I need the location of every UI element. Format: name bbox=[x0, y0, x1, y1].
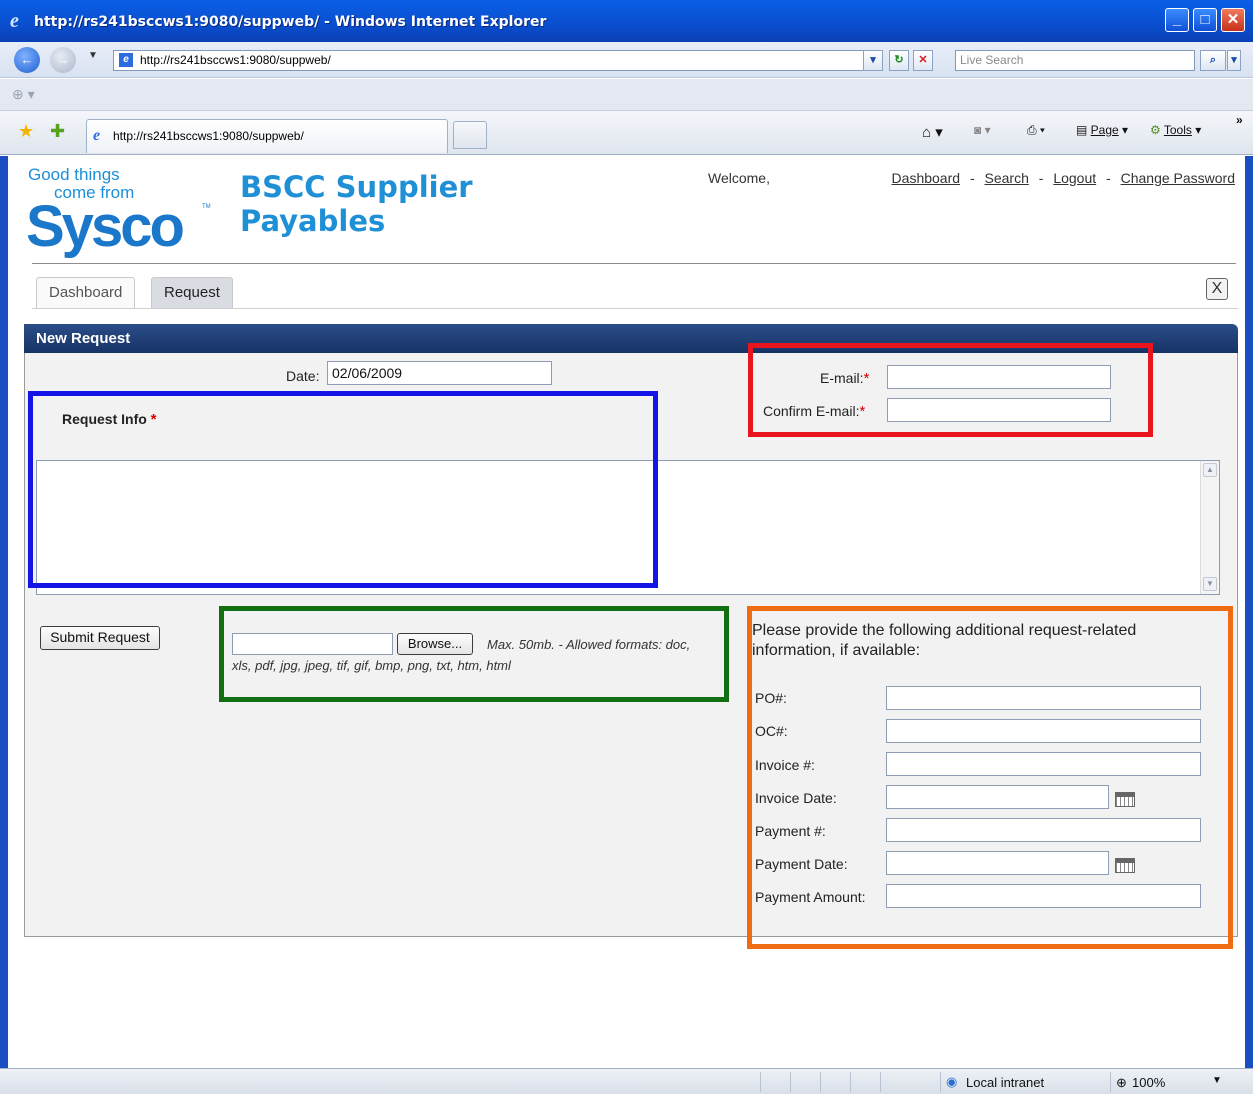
date-label: Date: bbox=[286, 368, 320, 384]
annotation-request-info-box bbox=[28, 391, 658, 588]
status-divider bbox=[850, 1072, 851, 1092]
status-divider bbox=[940, 1072, 941, 1092]
home-icon[interactable]: ⌂ ▾ bbox=[922, 123, 943, 141]
close-tab-button[interactable]: X bbox=[1206, 278, 1228, 300]
tools-menu-label: Tools bbox=[1163, 123, 1192, 137]
print-icon[interactable]: ⎙ ▾ bbox=[1027, 123, 1045, 138]
scroll-down-icon[interactable]: ▼ bbox=[1203, 577, 1217, 591]
tab-favicon-icon: e bbox=[93, 127, 101, 144]
live-search-input[interactable]: Live Search bbox=[955, 50, 1195, 71]
favorites-star-icon[interactable]: ★ bbox=[18, 121, 34, 142]
url-text: http://rs241bsccws1:9080/suppweb/ bbox=[140, 53, 331, 67]
url-dropdown-icon[interactable]: ▾ bbox=[863, 50, 883, 71]
back-icon[interactable]: ← bbox=[14, 47, 40, 73]
zoom-level[interactable]: 100% bbox=[1132, 1075, 1165, 1090]
change-password-link[interactable]: Change Password bbox=[1121, 170, 1235, 186]
status-divider bbox=[1110, 1072, 1111, 1092]
tools-menu[interactable]: ⚙ Tools ▾ bbox=[1150, 123, 1201, 137]
page-menu-label: Page bbox=[1090, 123, 1119, 137]
logo-brand: Sysco bbox=[26, 194, 185, 259]
status-bar: ◉ Local intranet ⊕ 100% ▼ bbox=[0, 1068, 1253, 1094]
zone-label: Local intranet bbox=[966, 1075, 1045, 1090]
dashboard-link[interactable]: Dashboard bbox=[892, 170, 961, 186]
app-title: BSCC Supplier Payables bbox=[240, 170, 473, 238]
page-menu[interactable]: ▤ Page ▾ bbox=[1076, 123, 1128, 137]
stop-icon[interactable]: ✕ bbox=[913, 50, 933, 71]
toolbar-overflow-icon[interactable]: » bbox=[1236, 113, 1243, 127]
header-divider bbox=[32, 263, 1236, 264]
search-options-icon[interactable]: ▾ bbox=[1227, 50, 1241, 71]
logout-link[interactable]: Logout bbox=[1053, 170, 1096, 186]
annotation-upload-box bbox=[219, 606, 729, 702]
status-divider bbox=[790, 1072, 791, 1092]
status-divider bbox=[880, 1072, 881, 1092]
textarea-scrollbar[interactable]: ▲ ▼ bbox=[1200, 461, 1219, 594]
window-title: http://rs241bsccws1:9080/suppweb/ - Wind… bbox=[34, 14, 547, 30]
tab-dashboard[interactable]: Dashboard bbox=[36, 277, 136, 308]
app-title-line-2: Payables bbox=[240, 204, 386, 238]
welcome-text: Welcome, bbox=[708, 170, 770, 186]
maximize-button[interactable]: □ bbox=[1193, 8, 1217, 32]
page-menu-icon: ▤ bbox=[1076, 123, 1091, 137]
search-go-icon[interactable]: ⌕ bbox=[1200, 50, 1226, 71]
refresh-icon[interactable]: ↻ bbox=[889, 50, 909, 71]
zoom-dropdown-icon[interactable]: ▼ bbox=[1212, 1075, 1222, 1086]
toolbar-row: ⊕ ▾ bbox=[0, 79, 1253, 111]
top-nav-links: Dashboard - Search - Logout - Change Pas… bbox=[892, 170, 1235, 186]
logo-tm: TM bbox=[202, 204, 211, 210]
window-border-right bbox=[1245, 156, 1253, 1068]
submit-request-button[interactable]: Submit Request bbox=[40, 626, 160, 650]
tab-title: http://rs241bsccws1:9080/suppweb/ bbox=[113, 129, 304, 143]
add-favorites-icon[interactable]: ✚ bbox=[50, 121, 65, 142]
browser-tab-active[interactable]: e http://rs241bsccws1:9080/suppweb/ bbox=[86, 119, 448, 153]
status-divider bbox=[760, 1072, 761, 1092]
link-separator: - bbox=[969, 170, 975, 186]
gear-icon: ⚙ bbox=[1150, 123, 1164, 137]
search-link[interactable]: Search bbox=[985, 170, 1029, 186]
new-tab-button[interactable] bbox=[453, 121, 487, 149]
feeds-icon[interactable]: ◙ ▾ bbox=[974, 123, 991, 137]
zoom-icon[interactable]: ⊕ bbox=[1116, 1075, 1127, 1091]
logo-tagline-1: Good things bbox=[28, 165, 120, 184]
scroll-up-icon[interactable]: ▲ bbox=[1203, 463, 1217, 477]
link-separator: - bbox=[1106, 170, 1111, 186]
status-divider bbox=[820, 1072, 821, 1092]
tab-divider bbox=[32, 308, 1238, 309]
translate-icon[interactable]: ⊕ ▾ bbox=[12, 86, 35, 103]
intranet-globe-icon: ◉ bbox=[946, 1074, 958, 1089]
tab-request[interactable]: Request bbox=[151, 277, 233, 308]
window-border-left bbox=[0, 156, 8, 1068]
tab-row: ★ ✚ e http://rs241bsccws1:9080/suppweb/ … bbox=[0, 111, 1253, 155]
date-input[interactable]: 02/06/2009 bbox=[327, 361, 552, 385]
forward-icon[interactable]: → bbox=[50, 47, 76, 73]
close-window-button[interactable]: ✕ bbox=[1221, 8, 1245, 32]
annotation-additional-info-box bbox=[747, 606, 1233, 949]
minimize-button[interactable]: _ bbox=[1165, 8, 1189, 32]
app-title-line-1: BSCC Supplier bbox=[240, 170, 473, 204]
page-viewport: Good things come from Sysco TM BSCC Supp… bbox=[8, 156, 1245, 1068]
ie-logo-icon: e bbox=[10, 10, 19, 32]
link-separator: - bbox=[1038, 170, 1044, 186]
url-input[interactable]: e http://rs241bsccws1:9080/suppweb/ bbox=[113, 50, 883, 71]
history-dropdown-icon[interactable]: ▼ bbox=[88, 50, 98, 61]
annotation-email-box bbox=[748, 343, 1153, 437]
title-bar: e http://rs241bsccws1:9080/suppweb/ - Wi… bbox=[0, 0, 1253, 42]
address-bar: ← → ▼ e http://rs241bsccws1:9080/suppweb… bbox=[0, 42, 1253, 78]
page-favicon-icon: e bbox=[119, 53, 133, 67]
